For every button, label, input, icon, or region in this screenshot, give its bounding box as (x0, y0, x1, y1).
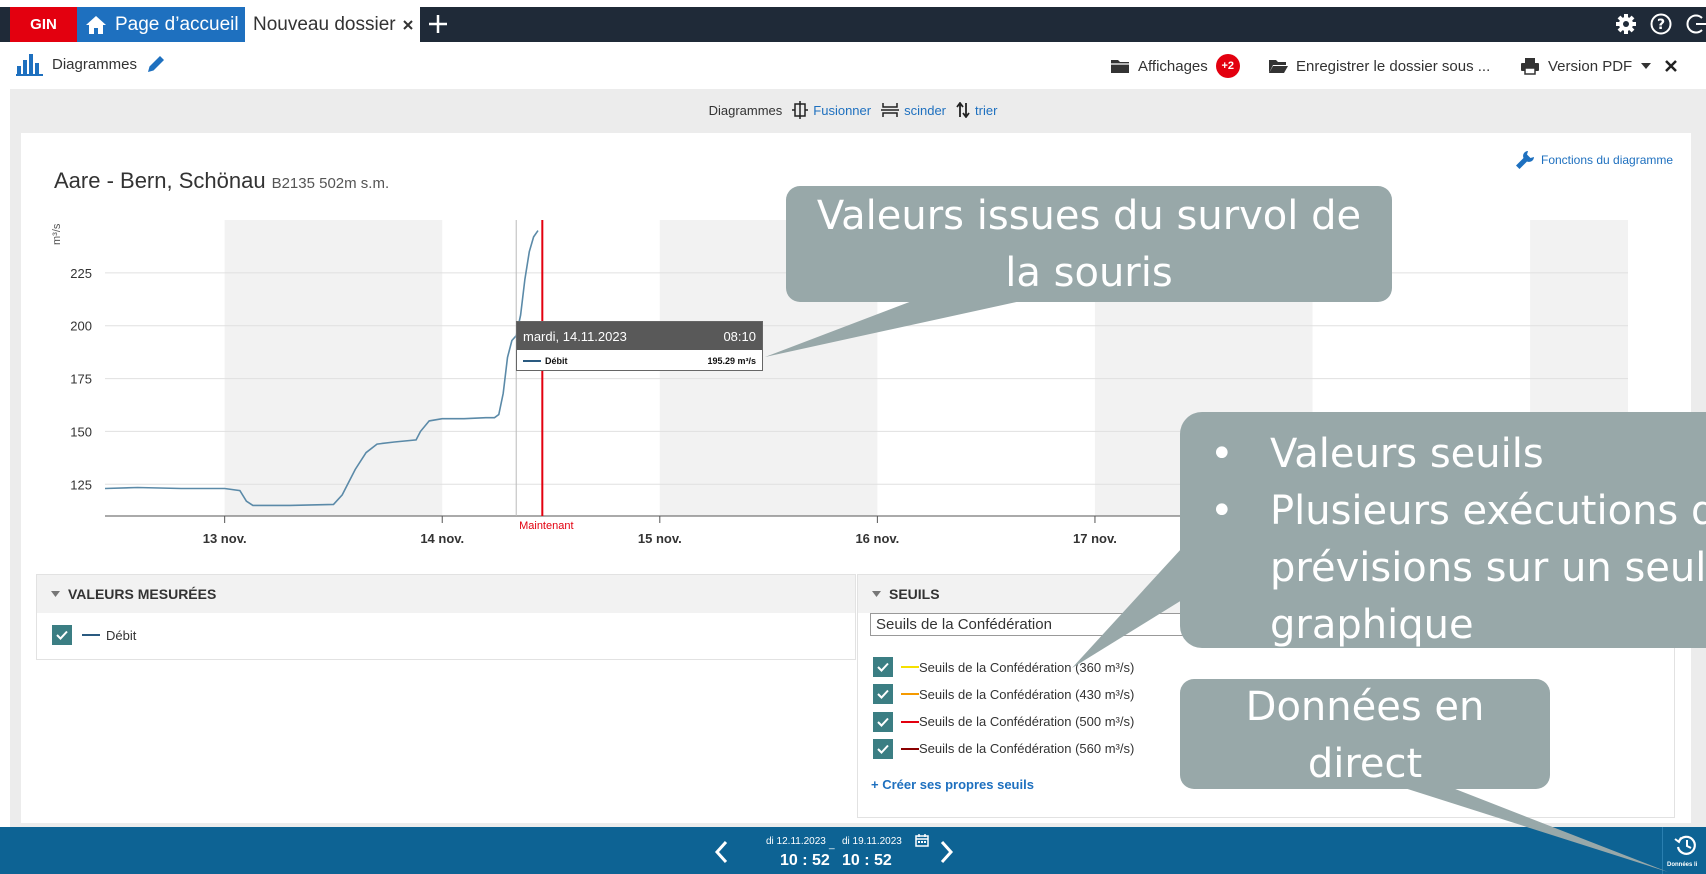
callout-pointer-live (1395, 785, 1668, 872)
callout-live-data: Données en direct (1180, 679, 1550, 789)
callout-pointer-seuils (1072, 548, 1182, 668)
callout-seuils-item2: Plusieurs exécutions de (1210, 483, 1706, 540)
callout-hover-line2: la souris (1005, 250, 1173, 296)
callout-seuils-item3: prévisions sur un seul (1270, 545, 1706, 591)
callout-seuils-item1: Valeurs seuils (1210, 426, 1706, 483)
callout-live-line1: Données en (1245, 684, 1485, 730)
callout-hover-line1: Valeurs issues du survol de (816, 193, 1362, 239)
callout-seuils-item4: graphique (1270, 602, 1474, 648)
callout-live-line2: direct (1307, 741, 1423, 787)
callout-hover-values: Valeurs issues du survol de la souris (786, 186, 1392, 302)
callout-thresholds: Valeurs seuils Plusieurs exécutions de p… (1180, 412, 1706, 648)
callout-pointer-hover (765, 298, 1035, 357)
